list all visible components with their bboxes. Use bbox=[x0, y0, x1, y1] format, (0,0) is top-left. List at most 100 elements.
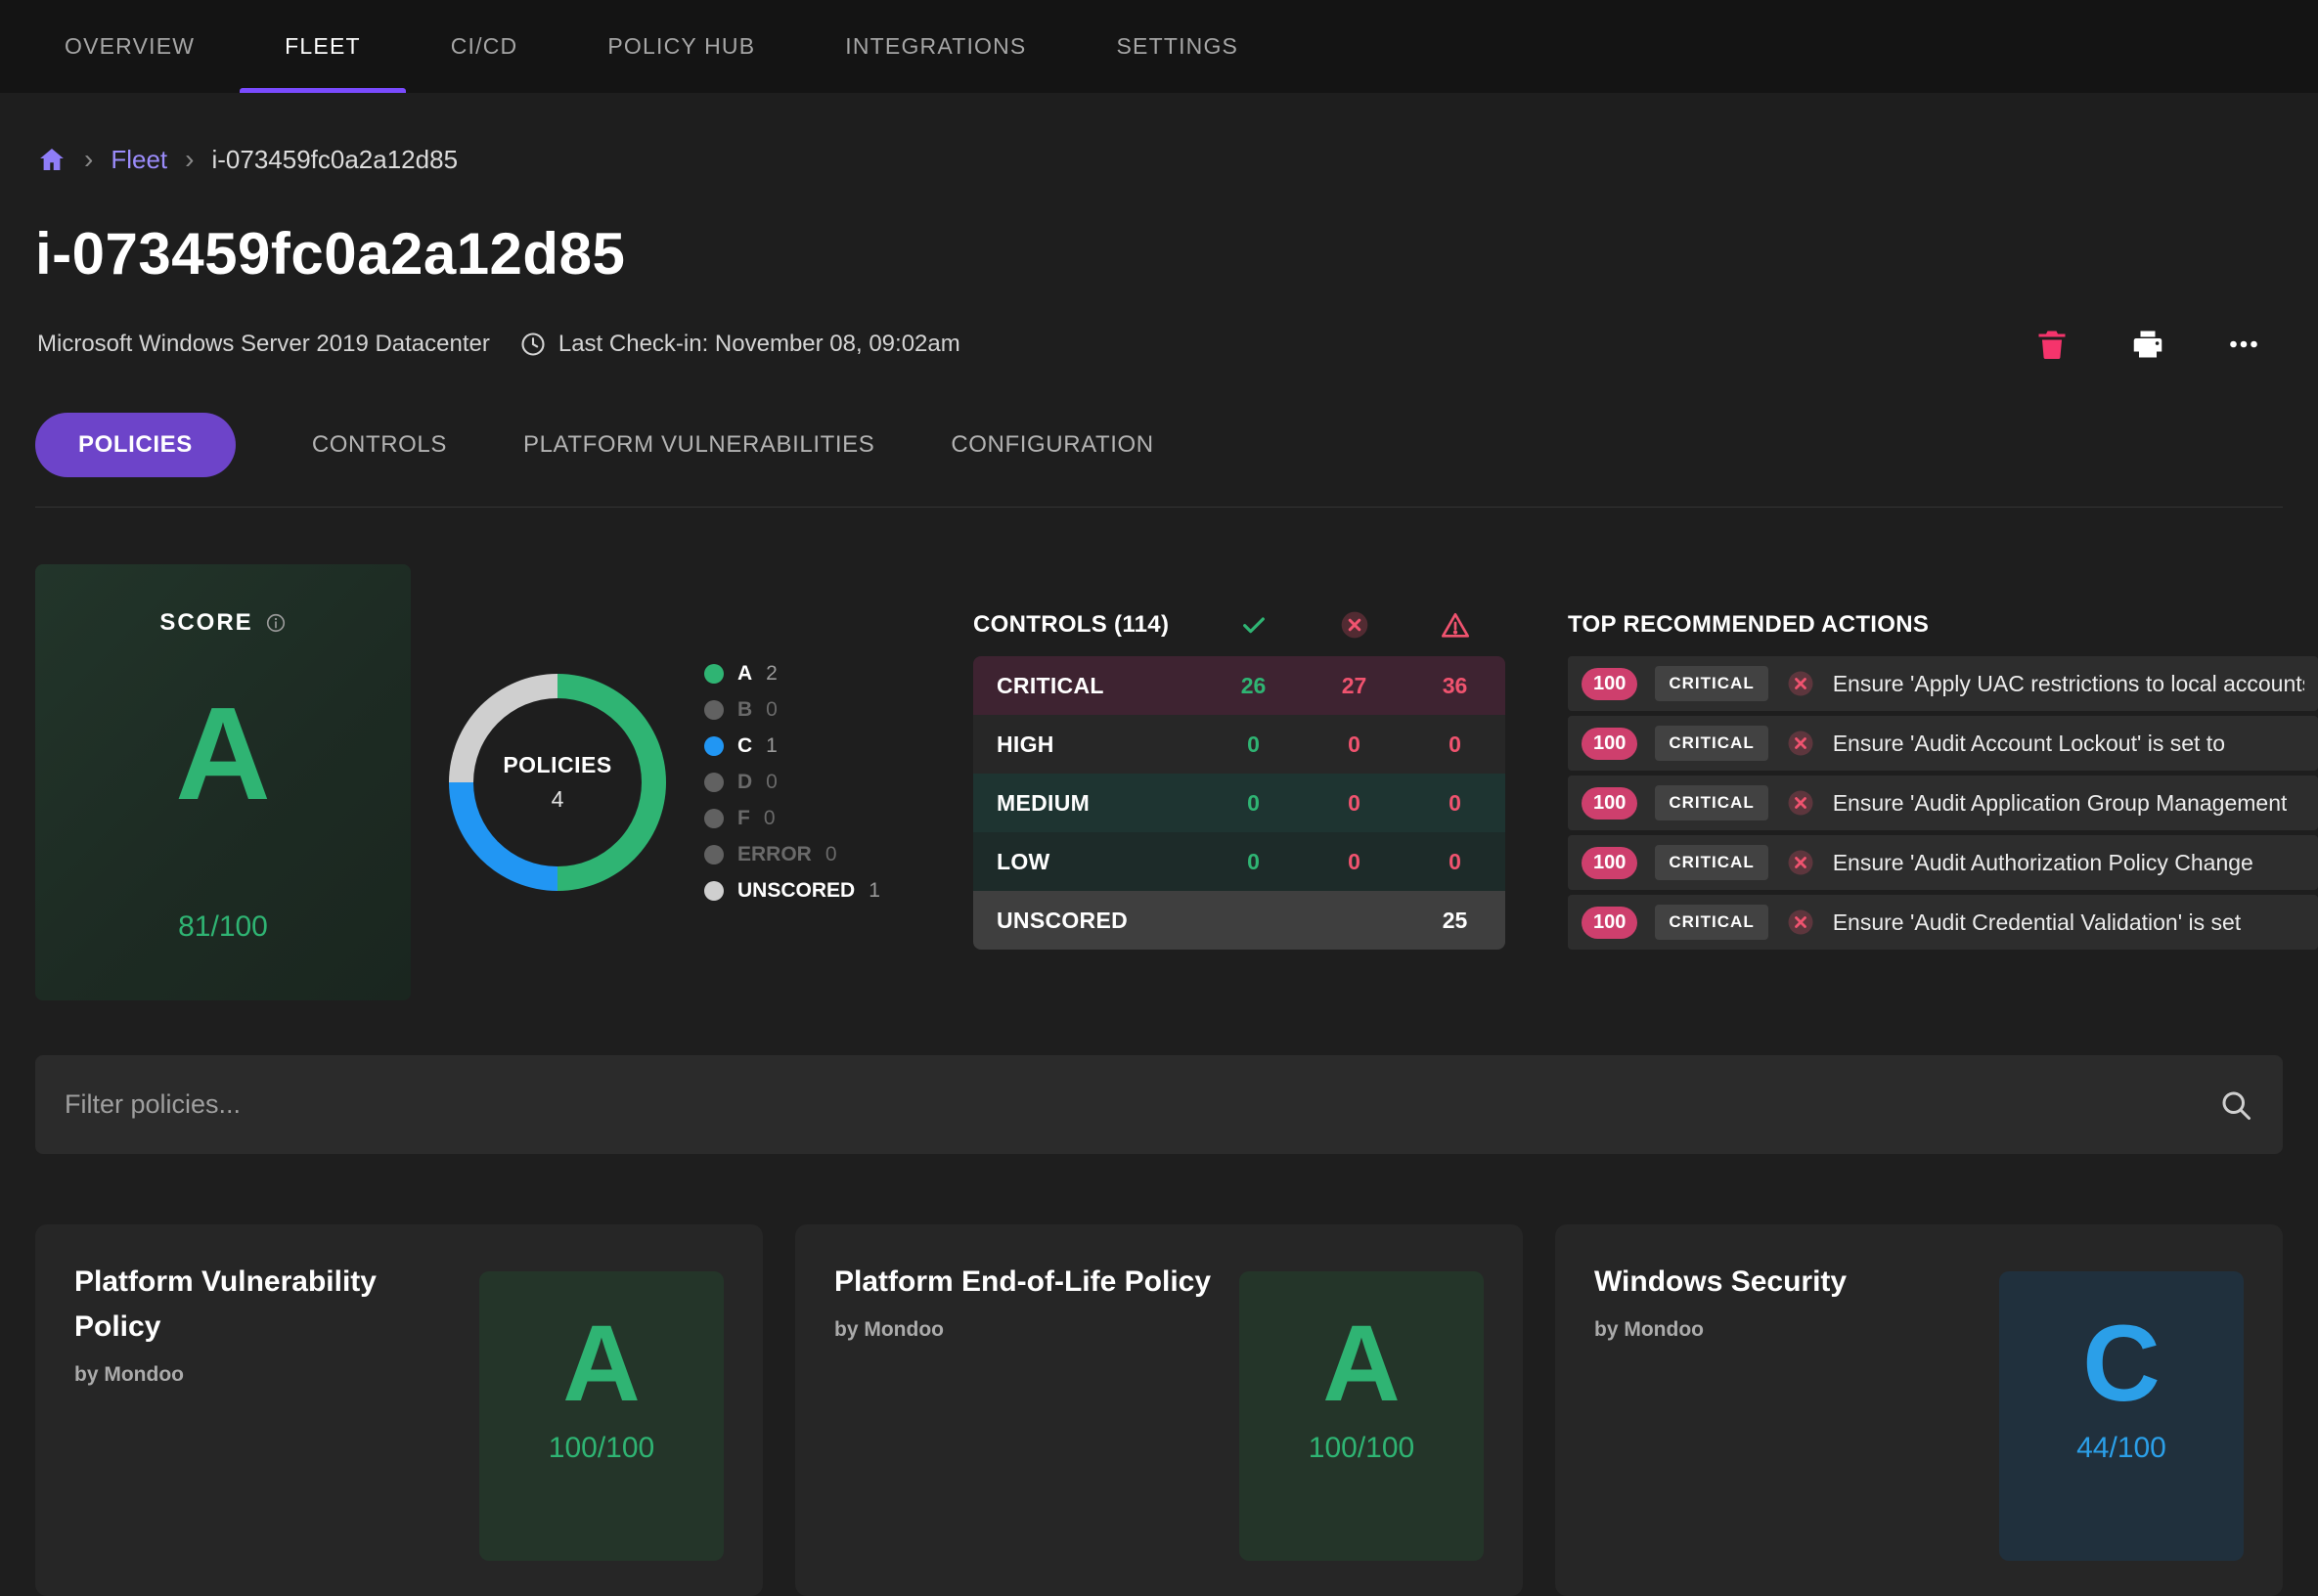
failed-count: 0 bbox=[1304, 790, 1404, 817]
legend-count: 0 bbox=[766, 771, 778, 794]
asset-subheader: Microsoft Windows Server 2019 Datacenter… bbox=[37, 327, 2318, 362]
failed-count: 0 bbox=[1304, 732, 1404, 758]
controls-row-medium[interactable]: MEDIUM 0 0 0 bbox=[973, 774, 1505, 832]
clock-icon bbox=[519, 331, 547, 358]
nav-item-policy-hub[interactable]: POLICY HUB bbox=[562, 0, 800, 93]
recommended-action-row[interactable]: 100 CRITICAL Ensure 'Audit Credential Va… bbox=[1568, 895, 2318, 950]
severity-badge: CRITICAL bbox=[1655, 666, 1767, 701]
legend-item-error[interactable]: ERROR 0 bbox=[704, 843, 939, 866]
policy-score: 100/100 bbox=[549, 1432, 654, 1465]
nav-item-integrations[interactable]: INTEGRATIONS bbox=[800, 0, 1071, 93]
policy-card-windows-security[interactable]: Windows Security by Mondoo C 44/100 bbox=[1555, 1224, 2283, 1596]
severity-label: HIGH bbox=[973, 732, 1203, 758]
header-actions bbox=[2034, 327, 2261, 362]
more-options-button[interactable] bbox=[2226, 327, 2261, 362]
info-icon[interactable] bbox=[265, 612, 287, 634]
policy-grade-box: A 100/100 bbox=[1239, 1271, 1484, 1561]
legend-item-unscored[interactable]: UNSCORED 1 bbox=[704, 879, 939, 903]
filter-policies-input[interactable] bbox=[65, 1089, 2218, 1120]
error-count: 36 bbox=[1404, 673, 1505, 699]
policy-score: 100/100 bbox=[1309, 1432, 1414, 1465]
legend-label: UNSCORED bbox=[737, 879, 855, 903]
impact-badge: 100 bbox=[1582, 728, 1637, 760]
policy-author: by Mondoo bbox=[1594, 1318, 1847, 1342]
recommended-action-row[interactable]: 100 CRITICAL Ensure 'Audit Authorization… bbox=[1568, 835, 2318, 890]
policy-card-platform-vulnerability[interactable]: Platform Vulnerability Policy by Mondoo … bbox=[35, 1224, 763, 1596]
error-count: 0 bbox=[1404, 732, 1505, 758]
home-icon[interactable] bbox=[37, 145, 67, 174]
recommended-action-row[interactable]: 100 CRITICAL Ensure 'Audit Account Locko… bbox=[1568, 716, 2318, 771]
tab-policies[interactable]: POLICIES bbox=[35, 413, 236, 477]
legend-item-b[interactable]: B 0 bbox=[704, 698, 939, 722]
legend-dot bbox=[704, 845, 724, 864]
controls-row-unscored[interactable]: UNSCORED 25 bbox=[973, 891, 1505, 950]
tab-platform-vulnerabilities[interactable]: PLATFORM VULNERABILITIES bbox=[523, 431, 874, 459]
asset-tabs: POLICIES CONTROLS PLATFORM VULNERABILITI… bbox=[35, 413, 2283, 508]
nav-item-fleet[interactable]: FLEET bbox=[240, 0, 406, 93]
legend-dot bbox=[704, 773, 724, 792]
impact-badge: 100 bbox=[1582, 787, 1637, 820]
score-label: SCORE bbox=[159, 609, 252, 637]
score-value: 81/100 bbox=[178, 910, 268, 944]
delete-button[interactable] bbox=[2034, 327, 2070, 362]
breadcrumb-separator: › bbox=[185, 144, 194, 175]
controls-row-low[interactable]: LOW 0 0 0 bbox=[973, 832, 1505, 891]
passed-count: 0 bbox=[1203, 849, 1304, 875]
legend-item-f[interactable]: F 0 bbox=[704, 807, 939, 830]
controls-row-critical[interactable]: CRITICAL 26 27 36 bbox=[973, 656, 1505, 715]
nav-item-settings[interactable]: SETTINGS bbox=[1071, 0, 1283, 93]
legend-label: F bbox=[737, 807, 750, 830]
legend-item-a[interactable]: A 2 bbox=[704, 662, 939, 686]
donut-center-label: POLICIES bbox=[503, 752, 611, 778]
policy-grade-box: C 44/100 bbox=[1999, 1271, 2244, 1561]
recommended-action-row[interactable]: 100 CRITICAL Ensure 'Audit Application G… bbox=[1568, 776, 2318, 830]
legend-count: 0 bbox=[825, 843, 837, 866]
impact-badge: 100 bbox=[1582, 907, 1637, 939]
last-checkin-label: Last Check-in: November 08, 09:02am bbox=[558, 331, 960, 358]
policy-title: Windows Security bbox=[1594, 1260, 1847, 1305]
legend-label: D bbox=[737, 771, 752, 794]
tab-controls[interactable]: CONTROLS bbox=[312, 431, 447, 459]
policy-cards: Platform Vulnerability Policy by Mondoo … bbox=[35, 1224, 2283, 1596]
controls-row-high[interactable]: HIGH 0 0 0 bbox=[973, 715, 1505, 774]
breadcrumb: › Fleet › i-073459fc0a2a12d85 bbox=[37, 144, 2318, 175]
breadcrumb-separator: › bbox=[84, 144, 93, 175]
legend-dot bbox=[704, 736, 724, 756]
search-icon[interactable] bbox=[2218, 1087, 2253, 1123]
platform-label: Microsoft Windows Server 2019 Datacenter bbox=[37, 331, 490, 358]
failed-x-icon bbox=[1786, 908, 1815, 937]
print-button[interactable] bbox=[2130, 327, 2165, 362]
legend-label: ERROR bbox=[737, 843, 812, 866]
breadcrumb-link-fleet[interactable]: Fleet bbox=[111, 145, 167, 175]
severity-label: LOW bbox=[973, 849, 1203, 875]
severity-label: CRITICAL bbox=[973, 673, 1203, 699]
legend-count: 0 bbox=[766, 698, 778, 722]
nav-item-cicd[interactable]: CI/CD bbox=[406, 0, 563, 93]
action-text: Ensure 'Audit Credential Validation' is … bbox=[1833, 909, 2241, 936]
legend-label: C bbox=[737, 734, 752, 758]
legend-dot bbox=[704, 664, 724, 684]
policy-grade: A bbox=[1322, 1310, 1400, 1418]
legend-count: 2 bbox=[766, 662, 778, 686]
passed-count: 26 bbox=[1203, 673, 1304, 699]
nav-item-overview[interactable]: OVERVIEW bbox=[20, 0, 240, 93]
policy-card-platform-eol[interactable]: Platform End-of-Life Policy by Mondoo A … bbox=[795, 1224, 1523, 1596]
policies-overview-section: SCORE A 81/100 POLICIES 4 A 2 B bbox=[35, 564, 2318, 1000]
action-text: Ensure 'Audit Application Group Manageme… bbox=[1833, 790, 2288, 817]
failed-x-icon bbox=[1304, 609, 1404, 641]
error-count: 0 bbox=[1404, 849, 1505, 875]
legend-item-d[interactable]: D 0 bbox=[704, 771, 939, 794]
policy-score: 44/100 bbox=[2076, 1432, 2166, 1465]
action-text: Ensure 'Apply UAC restrictions to local … bbox=[1833, 671, 2304, 697]
controls-table: CRITICAL 26 27 36 HIGH 0 0 0 MEDIUM 0 0 … bbox=[973, 656, 1505, 950]
passed-count: 0 bbox=[1203, 732, 1304, 758]
severity-badge: CRITICAL bbox=[1655, 905, 1767, 940]
tab-configuration[interactable]: CONFIGURATION bbox=[951, 431, 1153, 459]
failed-count: 27 bbox=[1304, 673, 1404, 699]
legend-item-c[interactable]: C 1 bbox=[704, 734, 939, 758]
error-warning-icon bbox=[1404, 609, 1505, 641]
policy-title: Platform Vulnerability Policy bbox=[74, 1260, 466, 1350]
recommended-action-row[interactable]: 100 CRITICAL Ensure 'Apply UAC restricti… bbox=[1568, 656, 2318, 711]
top-nav: OVERVIEW FLEET CI/CD POLICY HUB INTEGRAT… bbox=[0, 0, 2318, 93]
impact-badge: 100 bbox=[1582, 847, 1637, 879]
